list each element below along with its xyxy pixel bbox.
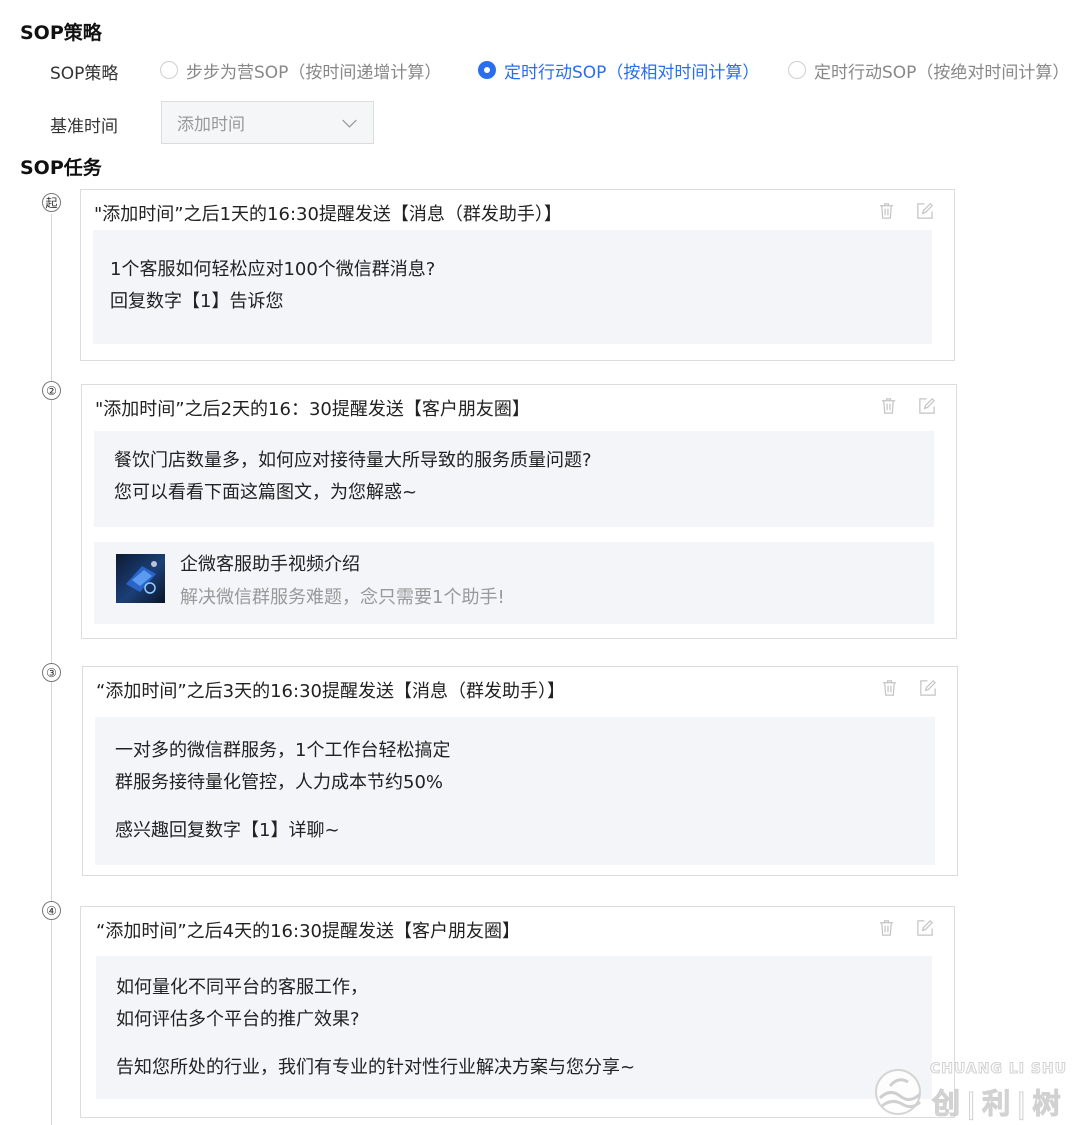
trash-icon[interactable]	[879, 396, 898, 415]
edit-icon[interactable]	[915, 918, 934, 937]
watermark: CHUANG LI SHU 创|利|树	[872, 1058, 1072, 1122]
task-title: "添加时间”之后2天的16：30提醒发送【客户朋友圈】	[95, 399, 530, 420]
message-block: 一对多的微信群服务，1个工作台轻松搞定 群服务接待量化管控，人力成本节约50% …	[95, 717, 935, 865]
base-time-label: 基准时间	[50, 117, 118, 137]
task-section-title: SOP任务	[20, 157, 102, 179]
step-marker-start: 起	[42, 193, 61, 212]
message-line: 一对多的微信群服务，1个工作台轻松搞定	[115, 740, 451, 761]
message-block: 餐饮门店数量多，如何应对接待量大所导致的服务质量问题? 您可以看看下面这篇图文，…	[94, 431, 934, 527]
radio-option-relative-time[interactable]: 定时行动SOP（按相对时间计算）	[478, 58, 760, 83]
base-time-value: 添加时间	[177, 115, 245, 135]
edit-icon[interactable]	[918, 678, 937, 697]
watermark-logo-icon	[875, 1069, 922, 1115]
card-actions	[880, 678, 937, 697]
article-thumbnail	[116, 554, 165, 603]
watermark-cn: 创|利|树	[931, 1087, 1067, 1121]
chevron-down-icon	[342, 119, 357, 128]
trash-icon[interactable]	[877, 918, 896, 937]
card-actions	[879, 396, 936, 415]
task-card-3: “添加时间”之后3天的16:30提醒发送【消息（群发助手）】 一对多的微信群服务…	[82, 666, 958, 876]
task-card-4: “添加时间”之后4天的16:30提醒发送【客户朋友圈】 如何量化不同平台的客服工…	[80, 906, 955, 1118]
task-title: “添加时间”之后3天的16:30提醒发送【消息（群发助手）】	[96, 681, 565, 702]
task-title: “添加时间”之后4天的16:30提醒发送【客户朋友圈】	[96, 921, 520, 942]
message-line: 回复数字【1】告诉您	[110, 291, 284, 312]
radio-label: 步步为营SOP（按时间递增计算）	[186, 62, 442, 83]
strategy-section-title: SOP策略	[20, 22, 102, 44]
trash-icon[interactable]	[877, 201, 896, 220]
card-actions	[877, 201, 934, 220]
base-time-select[interactable]: 添加时间	[161, 101, 374, 144]
article-link-card[interactable]: 企微客服助手视频介绍 解决微信群服务难题，念只需要1个助手!	[94, 542, 934, 624]
radio-option-absolute-time[interactable]: 定时行动SOP（按绝对时间计算）	[788, 58, 1070, 83]
message-block: 1个客服如何轻松应对100个微信群消息? 回复数字【1】告诉您	[93, 230, 932, 344]
radio-circle[interactable]	[160, 61, 178, 79]
step-marker-2: ②	[42, 381, 61, 400]
radio-circle-checked[interactable]	[478, 61, 496, 79]
message-line: 如何评估多个平台的推广效果?	[116, 1009, 360, 1030]
article-title: 企微客服助手视频介绍	[180, 554, 360, 575]
message-line: 如何量化不同平台的客服工作，	[116, 977, 368, 998]
message-line: 群服务接待量化管控，人力成本节约50%	[115, 772, 444, 793]
radio-option-incremental[interactable]: 步步为营SOP（按时间递增计算）	[160, 58, 442, 83]
task-card-1: "添加时间”之后1天的16:30提醒发送【消息（群发助手）】 1个客服如何轻松应…	[80, 189, 955, 361]
message-line: 您可以看看下面这篇图文，为您解惑~	[114, 482, 418, 503]
strategy-row-label: SOP策略	[50, 64, 119, 84]
video-thumbnail-graphic	[126, 561, 157, 594]
edit-icon[interactable]	[915, 201, 934, 220]
card-actions	[877, 918, 934, 937]
message-line: 告知您所处的行业，我们有专业的针对性行业解决方案与您分享~	[116, 1057, 636, 1078]
message-line: 1个客服如何轻松应对100个微信群消息?	[110, 259, 436, 280]
message-line: 感兴趣回复数字【1】详聊~	[115, 820, 340, 841]
task-card-2: "添加时间”之后2天的16：30提醒发送【客户朋友圈】 餐饮门店数量多，如何应对…	[81, 384, 957, 639]
message-line: 餐饮门店数量多，如何应对接待量大所导致的服务质量问题?	[114, 450, 592, 471]
task-title: "添加时间”之后1天的16:30提醒发送【消息（群发助手）】	[94, 204, 562, 225]
trash-icon[interactable]	[880, 678, 899, 697]
article-description: 解决微信群服务难题，念只需要1个助手!	[180, 587, 505, 608]
step-marker-4: ④	[42, 901, 61, 920]
radio-label: 定时行动SOP（按绝对时间计算）	[814, 62, 1070, 83]
step-marker-3: ③	[42, 663, 61, 682]
watermark-en: CHUANG LI SHU	[929, 1061, 1068, 1078]
radio-circle[interactable]	[788, 61, 806, 79]
radio-label: 定时行动SOP（按相对时间计算）	[504, 62, 760, 83]
edit-icon[interactable]	[917, 396, 936, 415]
message-block: 如何量化不同平台的客服工作， 如何评估多个平台的推广效果? 告知您所处的行业，我…	[96, 956, 932, 1099]
